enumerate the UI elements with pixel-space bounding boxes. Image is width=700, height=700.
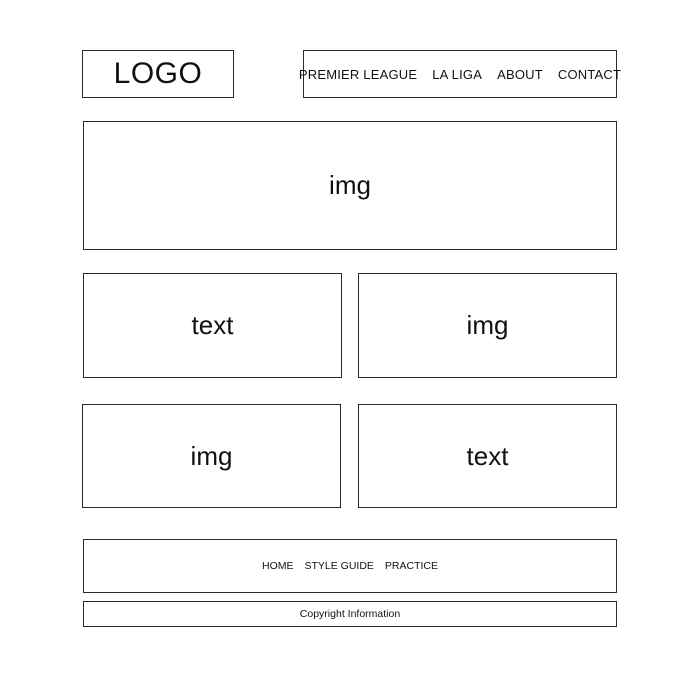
nav-item-contact[interactable]: CONTACT	[558, 67, 621, 82]
hero-image-placeholder: img	[83, 121, 617, 250]
footer-item-home[interactable]: HOME	[262, 560, 294, 572]
copyright-text: Copyright Information	[299, 608, 401, 620]
footer-nav: HOME STYLE GUIDE PRACTICE	[83, 539, 617, 593]
copyright-bar: Copyright Information	[83, 601, 617, 627]
nav-item-la-liga[interactable]: LA LIGA	[432, 67, 482, 82]
footer-item-practice[interactable]: PRACTICE	[385, 560, 438, 572]
content-block-row1-left: text	[83, 273, 342, 378]
content-label-row1-left: text	[191, 310, 234, 340]
content-label-row2-right: text	[466, 440, 509, 471]
content-label-row2-left: img	[190, 440, 233, 471]
logo-text: LOGO	[113, 57, 203, 90]
logo-box[interactable]: LOGO	[82, 50, 234, 98]
nav-item-premier-league[interactable]: PREMIER LEAGUE	[299, 67, 417, 82]
content-block-row1-right: img	[358, 273, 617, 378]
content-block-row2-right: text	[358, 404, 617, 508]
hero-label: img	[329, 170, 371, 200]
top-nav: PREMIER LEAGUE LA LIGA ABOUT CONTACT	[299, 50, 621, 98]
footer-item-style-guide[interactable]: STYLE GUIDE	[304, 560, 373, 572]
content-block-row2-left: img	[82, 404, 341, 508]
nav-item-about[interactable]: ABOUT	[497, 67, 543, 82]
content-label-row1-right: img	[466, 310, 509, 340]
